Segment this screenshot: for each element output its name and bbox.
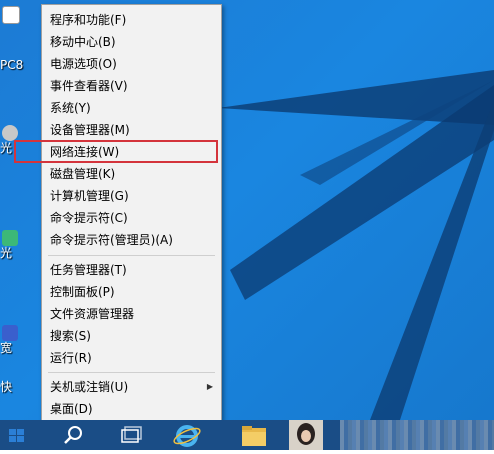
menu-item-shutdown-signout[interactable]: 关机或注销(U) ▶	[42, 377, 221, 397]
menu-separator	[48, 255, 215, 256]
menu-separator	[48, 372, 215, 373]
desktop-icon-kuan[interactable]: 宽	[0, 325, 22, 355]
submenu-arrow-icon: ▶	[206, 382, 213, 391]
menu-item-programs-features[interactable]: 程序和功能(F)	[42, 10, 221, 30]
task-view-button[interactable]	[116, 420, 146, 450]
desktop-icon-guang-2[interactable]: 光	[0, 230, 22, 260]
network-icon	[2, 325, 18, 341]
menu-item-command-prompt[interactable]: 命令提示符(C)	[42, 208, 221, 228]
desktop-icon-pc[interactable]: PC8	[0, 58, 24, 72]
menu-item-system[interactable]: 系统(Y)	[42, 98, 221, 118]
menu-item-device-manager[interactable]: 设备管理器(M)	[42, 120, 221, 140]
desktop-icon-label: PC8	[0, 58, 24, 72]
menu-item-label: 关机或注销(U)	[50, 380, 129, 394]
menu-item-run[interactable]: 运行(R)	[42, 348, 221, 368]
app-icon	[2, 230, 18, 246]
desktop-icon-label: 宽	[0, 341, 13, 355]
menu-item-network-connections[interactable]: 网络连接(W)	[42, 142, 221, 162]
desktop-icon-label: 光	[0, 246, 13, 260]
desktop-icon-top[interactable]	[0, 6, 22, 24]
menu-item-control-panel[interactable]: 控制面板(P)	[42, 282, 221, 302]
photo-thumbnail	[289, 420, 323, 450]
internet-explorer-icon	[173, 425, 201, 447]
menu-item-task-manager[interactable]: 任务管理器(T)	[42, 260, 221, 280]
desktop-icon-guang[interactable]: 光	[0, 125, 22, 155]
menu-item-computer-management[interactable]: 计算机管理(G)	[42, 186, 221, 206]
menu-item-search[interactable]: 搜索(S)	[42, 326, 221, 346]
menu-item-event-viewer[interactable]: 事件查看器(V)	[42, 76, 221, 96]
menu-item-disk-management[interactable]: 磁盘管理(K)	[42, 164, 221, 184]
start-icon	[9, 429, 25, 443]
menu-item-desktop[interactable]: 桌面(D)	[42, 399, 221, 419]
disc-icon	[2, 125, 18, 141]
task-view-icon	[121, 426, 142, 443]
file-explorer-button[interactable]	[234, 420, 274, 450]
desktop-icon-kuai[interactable]: 快	[0, 380, 22, 394]
app-icon	[2, 6, 20, 24]
menu-item-power-options[interactable]: 电源选项(O)	[42, 54, 221, 74]
winx-context-menu: 程序和功能(F) 移动中心(B) 电源选项(O) 事件查看器(V) 系统(Y) …	[41, 4, 222, 421]
start-button[interactable]	[0, 420, 40, 450]
desktop-icon-label: 快	[0, 380, 13, 394]
file-explorer-icon	[242, 426, 266, 446]
menu-item-mobility-center[interactable]: 移动中心(B)	[42, 32, 221, 52]
desktop-icon-label: 光	[0, 141, 13, 155]
mosaic-blurred-area	[340, 420, 494, 450]
internet-explorer-button[interactable]	[170, 420, 204, 450]
search-icon	[64, 426, 82, 444]
search-button[interactable]	[58, 420, 88, 450]
menu-item-file-explorer[interactable]: 文件资源管理器	[42, 304, 221, 324]
menu-item-command-prompt-admin[interactable]: 命令提示符(管理员)(A)	[42, 230, 221, 250]
photo-app-button[interactable]	[285, 420, 327, 450]
